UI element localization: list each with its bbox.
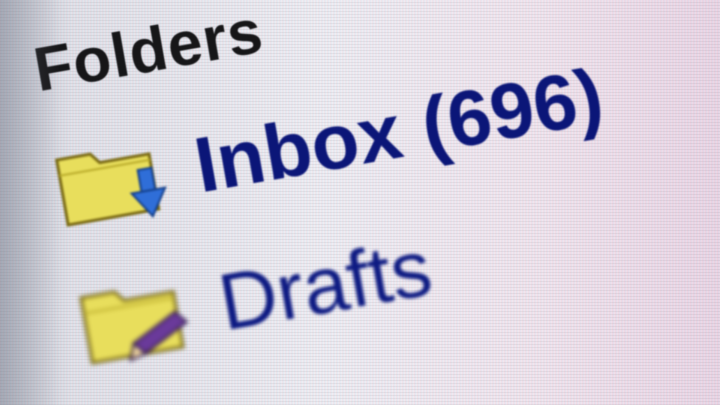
folder-edit-icon bbox=[72, 258, 208, 377]
folder-label-inbox: Inbox bbox=[188, 86, 409, 210]
unread-count-badge: (696) bbox=[414, 51, 610, 170]
folders-heading: Folders bbox=[28, 0, 269, 105]
folder-download-icon bbox=[47, 121, 183, 240]
folder-label-drafts: Drafts bbox=[212, 222, 438, 348]
screen: Folders Inbox (696) Drafts bbox=[0, 0, 720, 405]
folders-pane: Folders Inbox (696) Drafts bbox=[0, 0, 720, 405]
folder-item-drafts[interactable]: Drafts bbox=[72, 218, 439, 378]
